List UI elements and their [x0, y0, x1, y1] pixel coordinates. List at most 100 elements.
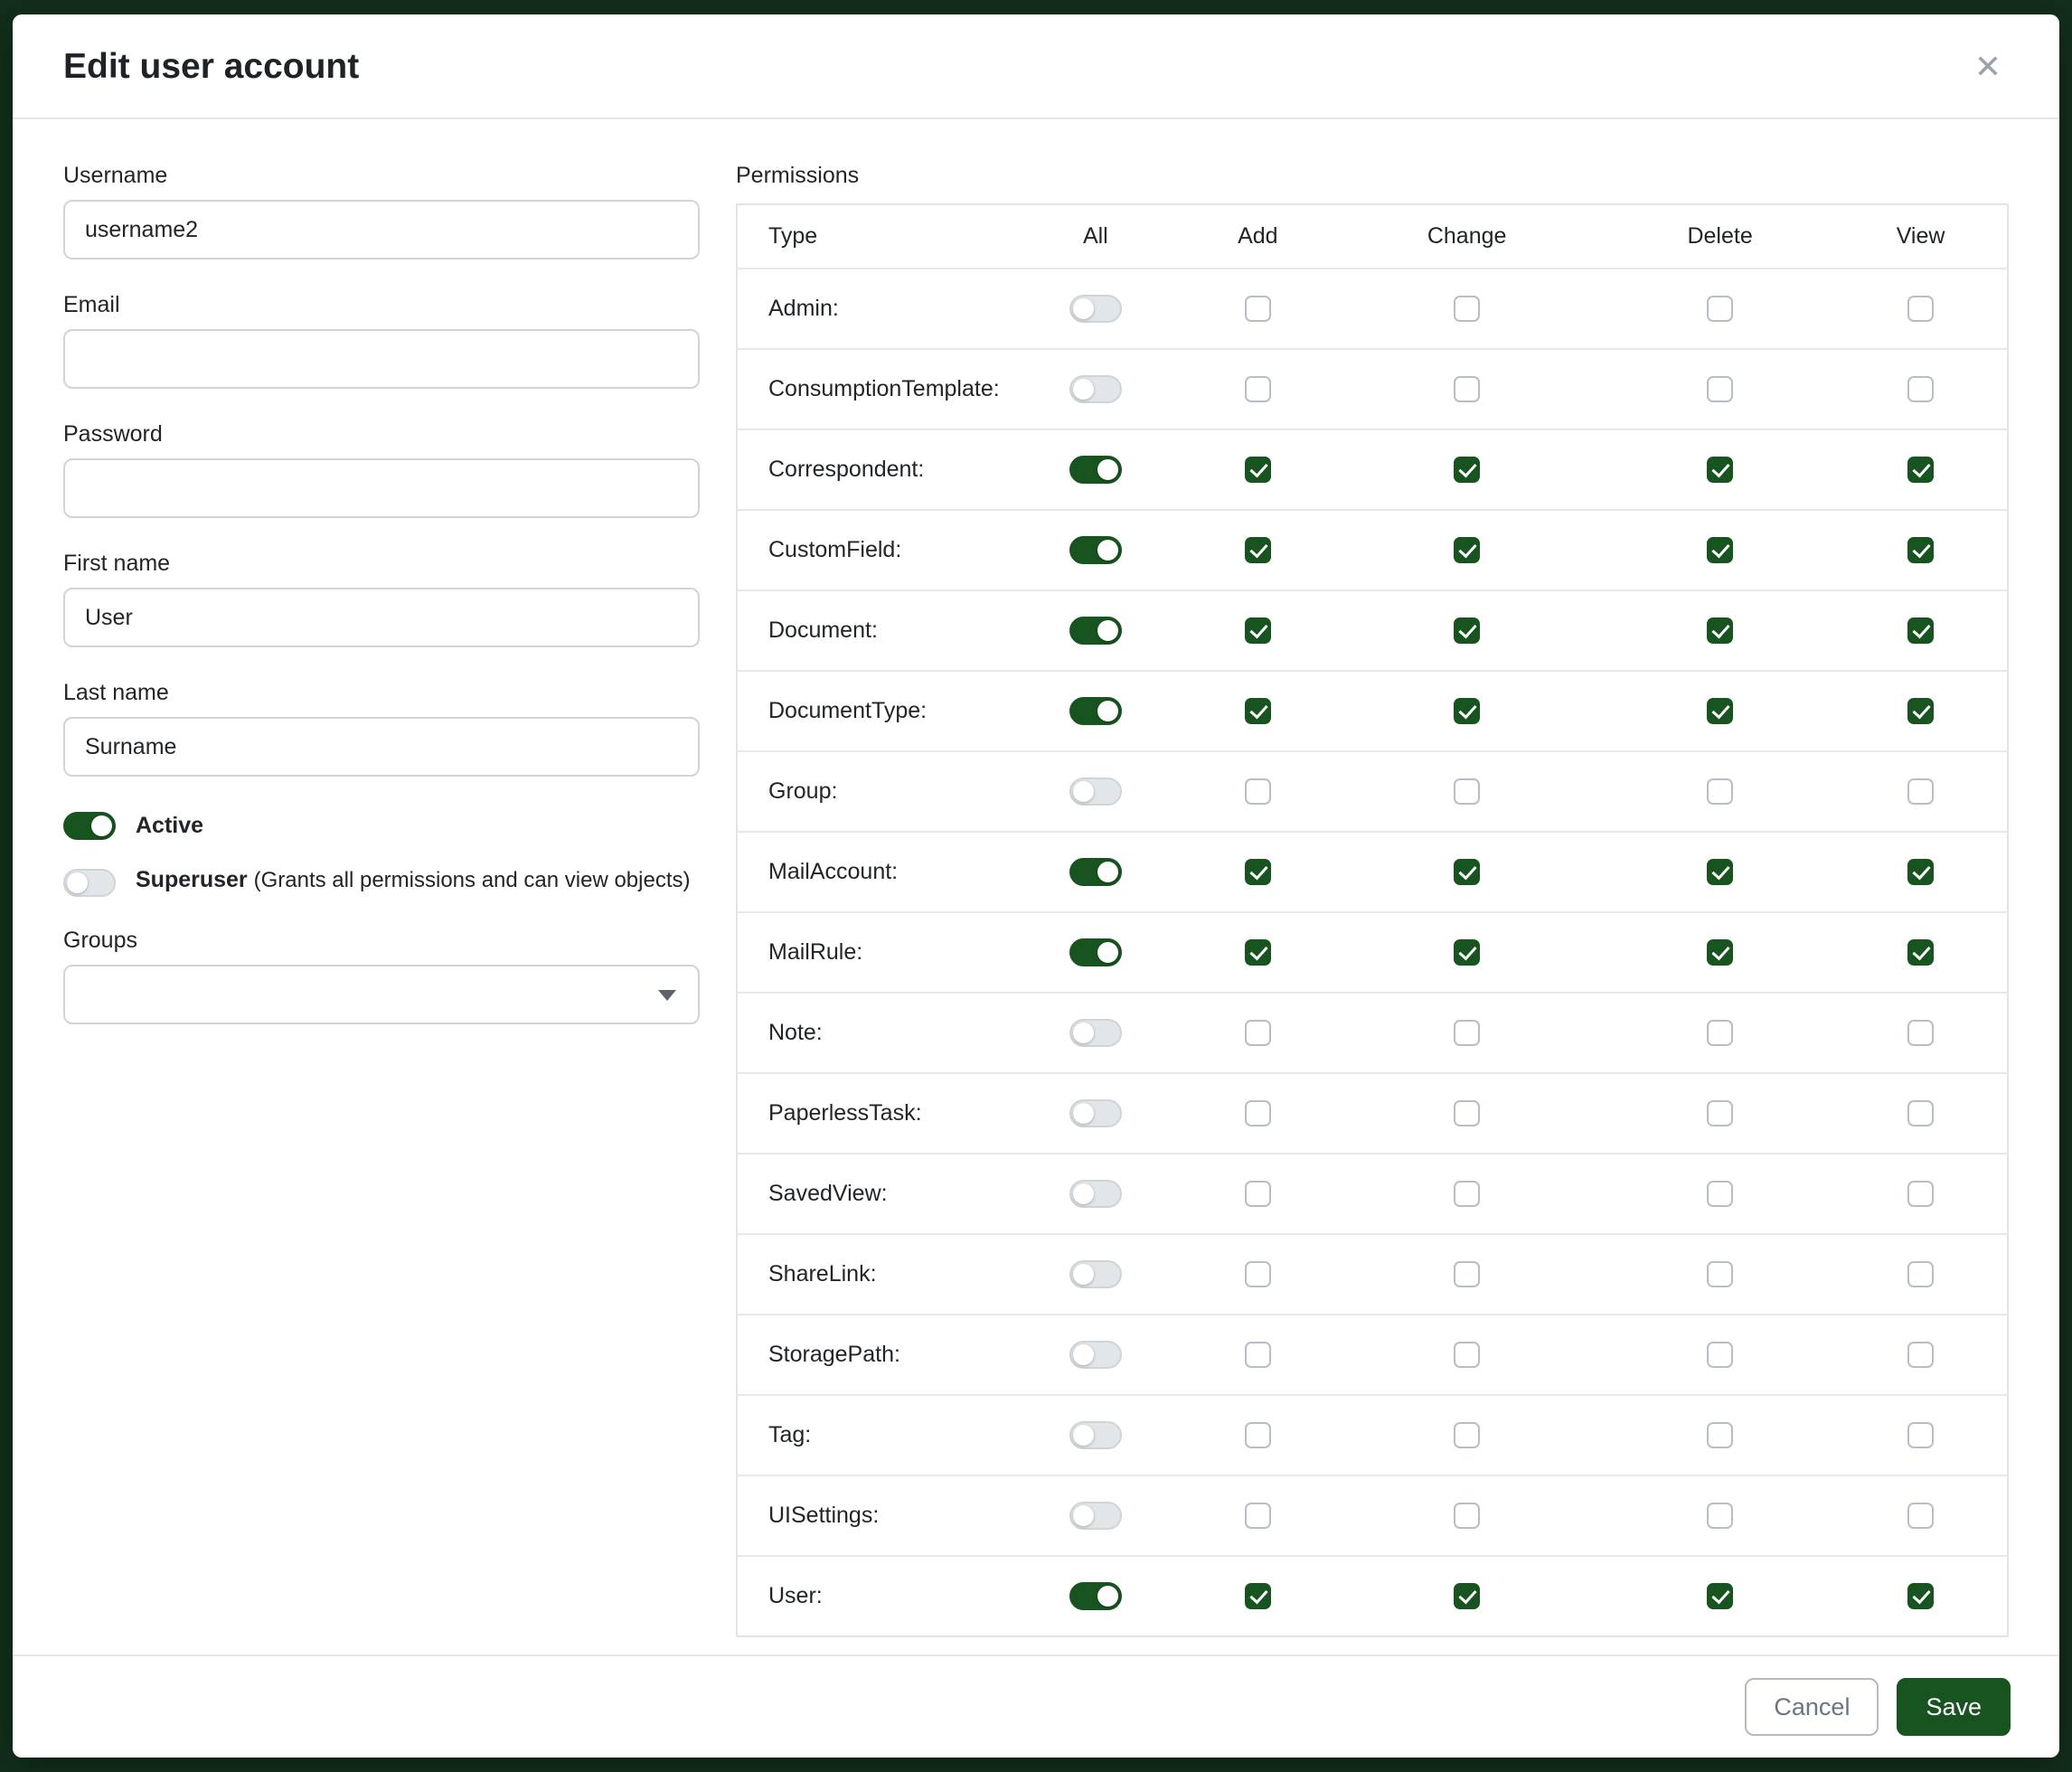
perm-correspondent-add-checkbox[interactable]	[1245, 457, 1271, 483]
perm-group-add-checkbox[interactable]	[1245, 778, 1271, 805]
perm-admin-view-checkbox[interactable]	[1907, 296, 1934, 322]
perm-group-all-toggle[interactable]	[1069, 778, 1122, 806]
perm-consumptiontemplate-change-checkbox[interactable]	[1454, 376, 1480, 402]
perm-paperlesstask-add-checkbox[interactable]	[1245, 1100, 1271, 1126]
perm-paperlesstask-change-checkbox[interactable]	[1454, 1100, 1480, 1126]
perm-document-view-checkbox[interactable]	[1907, 617, 1934, 644]
chevron-down-icon	[658, 990, 676, 1001]
perm-document-change-checkbox[interactable]	[1454, 617, 1480, 644]
perm-group-view-checkbox[interactable]	[1907, 778, 1934, 805]
perm-admin-change-checkbox[interactable]	[1454, 296, 1480, 322]
perm-mailaccount-view-checkbox[interactable]	[1907, 859, 1934, 885]
perm-note-view-checkbox[interactable]	[1907, 1020, 1934, 1046]
perm-paperlesstask-view-checkbox[interactable]	[1907, 1100, 1934, 1126]
perm-sharelink-view-checkbox[interactable]	[1907, 1261, 1934, 1287]
perm-uisettings-all-toggle[interactable]	[1069, 1502, 1122, 1530]
perm-admin-add-checkbox[interactable]	[1245, 296, 1271, 322]
perm-mailaccount-add-checkbox[interactable]	[1245, 859, 1271, 885]
perm-documenttype-add-checkbox[interactable]	[1245, 698, 1271, 724]
edit-user-dialog: Edit user account ✕ Username Email Passw…	[13, 14, 2059, 1758]
first-name-input[interactable]	[63, 588, 700, 647]
perm-paperlesstask-all-toggle[interactable]	[1069, 1099, 1122, 1127]
perm-type-label-savedview: SavedView:	[737, 1154, 1003, 1234]
perm-correspondent-all-toggle[interactable]	[1069, 456, 1122, 484]
perm-savedview-delete-checkbox[interactable]	[1707, 1181, 1733, 1207]
perm-correspondent-delete-checkbox[interactable]	[1707, 457, 1733, 483]
perm-correspondent-view-checkbox[interactable]	[1907, 457, 1934, 483]
perm-savedview-all-toggle[interactable]	[1069, 1180, 1122, 1208]
perm-documenttype-view-checkbox[interactable]	[1907, 698, 1934, 724]
perm-document-add-checkbox[interactable]	[1245, 617, 1271, 644]
perm-sharelink-change-checkbox[interactable]	[1454, 1261, 1480, 1287]
perm-mailrule-change-checkbox[interactable]	[1454, 939, 1480, 966]
perm-mailrule-all-toggle[interactable]	[1069, 938, 1122, 966]
perm-mailaccount-change-checkbox[interactable]	[1454, 859, 1480, 885]
perm-user-view-checkbox[interactable]	[1907, 1583, 1934, 1609]
active-toggle[interactable]	[63, 812, 116, 840]
perm-paperlesstask-delete-checkbox[interactable]	[1707, 1100, 1733, 1126]
perm-note-change-checkbox[interactable]	[1454, 1020, 1480, 1046]
perm-storagepath-change-checkbox[interactable]	[1454, 1342, 1480, 1368]
perm-mailaccount-delete-checkbox[interactable]	[1707, 859, 1733, 885]
close-button[interactable]: ✕	[1967, 45, 2009, 89]
perm-uisettings-delete-checkbox[interactable]	[1707, 1503, 1733, 1529]
perm-document-delete-checkbox[interactable]	[1707, 617, 1733, 644]
perm-note-all-toggle[interactable]	[1069, 1019, 1122, 1047]
username-input[interactable]	[63, 200, 700, 259]
perm-tag-delete-checkbox[interactable]	[1707, 1422, 1733, 1448]
perm-mailrule-add-checkbox[interactable]	[1245, 939, 1271, 966]
perm-tag-all-toggle[interactable]	[1069, 1421, 1122, 1449]
perm-documenttype-change-checkbox[interactable]	[1454, 698, 1480, 724]
password-input[interactable]	[63, 458, 700, 518]
perm-uisettings-change-checkbox[interactable]	[1454, 1503, 1480, 1529]
perm-savedview-view-checkbox[interactable]	[1907, 1181, 1934, 1207]
perm-customfield-add-checkbox[interactable]	[1245, 537, 1271, 563]
perm-customfield-change-checkbox[interactable]	[1454, 537, 1480, 563]
last-name-input[interactable]	[63, 717, 700, 777]
email-input[interactable]	[63, 329, 700, 389]
perm-group-delete-checkbox[interactable]	[1707, 778, 1733, 805]
perm-documenttype-all-toggle[interactable]	[1069, 697, 1122, 725]
perm-customfield-view-checkbox[interactable]	[1907, 537, 1934, 563]
perm-mailrule-delete-checkbox[interactable]	[1707, 939, 1733, 966]
perm-user-add-checkbox[interactable]	[1245, 1583, 1271, 1609]
perm-consumptiontemplate-view-checkbox[interactable]	[1907, 376, 1934, 402]
perm-row-storagepath: StoragePath:	[737, 1315, 2008, 1395]
perm-correspondent-change-checkbox[interactable]	[1454, 457, 1480, 483]
perm-customfield-delete-checkbox[interactable]	[1707, 537, 1733, 563]
perm-uisettings-view-checkbox[interactable]	[1907, 1503, 1934, 1529]
perm-storagepath-delete-checkbox[interactable]	[1707, 1342, 1733, 1368]
perm-consumptiontemplate-delete-checkbox[interactable]	[1707, 376, 1733, 402]
perm-note-add-checkbox[interactable]	[1245, 1020, 1271, 1046]
perm-sharelink-delete-checkbox[interactable]	[1707, 1261, 1733, 1287]
perm-user-change-checkbox[interactable]	[1454, 1583, 1480, 1609]
perm-group-change-checkbox[interactable]	[1454, 778, 1480, 805]
perm-storagepath-add-checkbox[interactable]	[1245, 1342, 1271, 1368]
groups-select[interactable]	[63, 965, 700, 1024]
perm-documenttype-delete-checkbox[interactable]	[1707, 698, 1733, 724]
perm-sharelink-add-checkbox[interactable]	[1245, 1261, 1271, 1287]
perm-savedview-add-checkbox[interactable]	[1245, 1181, 1271, 1207]
perm-consumptiontemplate-add-checkbox[interactable]	[1245, 376, 1271, 402]
perm-storagepath-view-checkbox[interactable]	[1907, 1342, 1934, 1368]
perm-tag-view-checkbox[interactable]	[1907, 1422, 1934, 1448]
perm-mailrule-view-checkbox[interactable]	[1907, 939, 1934, 966]
perm-mailaccount-all-toggle[interactable]	[1069, 858, 1122, 886]
perm-savedview-change-checkbox[interactable]	[1454, 1181, 1480, 1207]
perm-note-delete-checkbox[interactable]	[1707, 1020, 1733, 1046]
perm-consumptiontemplate-all-toggle[interactable]	[1069, 375, 1122, 403]
save-button[interactable]: Save	[1897, 1678, 2011, 1736]
perm-user-delete-checkbox[interactable]	[1707, 1583, 1733, 1609]
perm-document-all-toggle[interactable]	[1069, 617, 1122, 645]
perm-admin-all-toggle[interactable]	[1069, 295, 1122, 323]
perm-admin-delete-checkbox[interactable]	[1707, 296, 1733, 322]
perm-user-all-toggle[interactable]	[1069, 1582, 1122, 1610]
perm-tag-add-checkbox[interactable]	[1245, 1422, 1271, 1448]
cancel-button[interactable]: Cancel	[1745, 1678, 1879, 1736]
perm-tag-change-checkbox[interactable]	[1454, 1422, 1480, 1448]
perm-sharelink-all-toggle[interactable]	[1069, 1260, 1122, 1288]
perm-storagepath-all-toggle[interactable]	[1069, 1341, 1122, 1369]
perm-uisettings-add-checkbox[interactable]	[1245, 1503, 1271, 1529]
superuser-toggle[interactable]	[63, 869, 116, 897]
perm-customfield-all-toggle[interactable]	[1069, 536, 1122, 564]
